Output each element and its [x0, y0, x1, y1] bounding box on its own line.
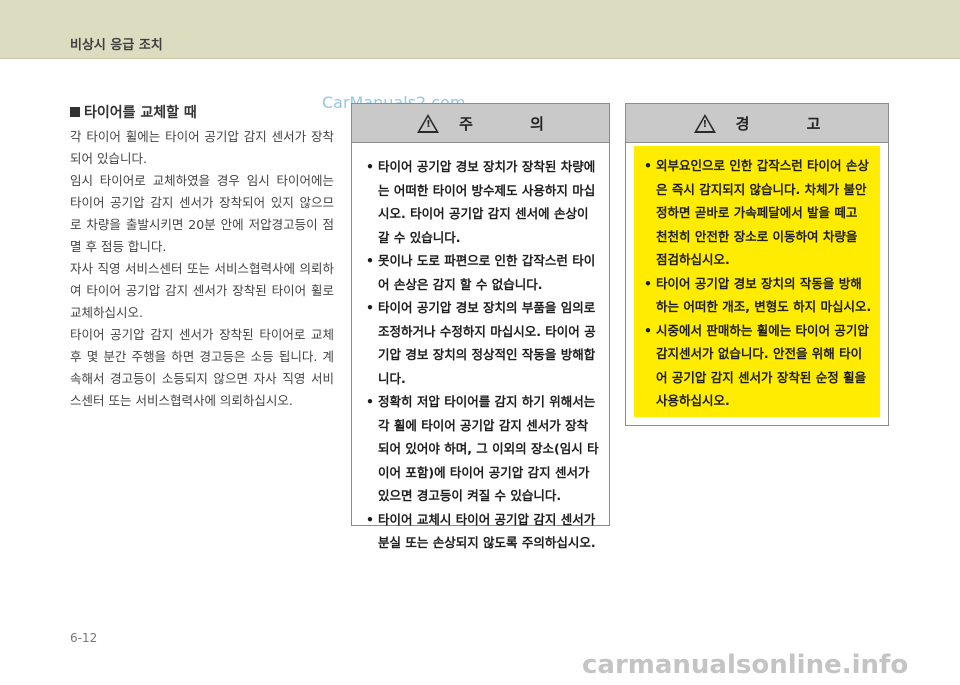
caution-box: ! 주 의 타이어 공기압 경보 장치가 장착된 차량에는 어떠한 타이어 방수… [351, 103, 610, 550]
list-item: 못이나 도로 파편으로 인한 갑작스런 타이어 손상은 감지 할 수 없습니다. [366, 249, 599, 296]
caution-title: 주 의 [459, 114, 570, 133]
header-divider [0, 58, 960, 59]
paragraph: 자사 직영 서비스센터 또는 서비스협력사에 의뢰하여 타이어 공기압 감지 센… [70, 261, 334, 320]
page-number: 6-12 [70, 631, 98, 645]
warning-title: 경 고 [735, 114, 847, 133]
warning-header: ! 경 고 [626, 104, 888, 143]
square-bullet-icon [70, 107, 80, 117]
list-item: 정확히 저압 타이어를 감지 하기 위해서는 각 휠에 타이어 공기압 감지 센… [366, 390, 599, 508]
list-item: 타이어 공기압 경보 장치의 작동을 방해하는 어떠한 개조, 변형도 하지 마… [644, 272, 872, 319]
list-item: 시중에서 판매하는 휠에는 타이어 공기압 감지센서가 없습니다. 안전을 위해… [644, 319, 872, 413]
warning-box: ! 경 고 외부요인으로 인한 갑작스런 타이어 손상은 즉시 감지되지 않습니… [625, 103, 889, 426]
section-heading: 타이어를 교체할 때 [70, 102, 334, 122]
list-item: 타이어 교체시 타이어 공기압 감지 센서가 분실 또는 손상되지 않도록 주의… [366, 508, 599, 555]
warning-list: 외부요인으로 인한 갑작스런 타이어 손상은 즉시 감지되지 않습니다. 차체가… [634, 146, 880, 413]
list-item: 타이어 공기압 경보 장치가 장착된 차량에는 어떠한 타이어 방수제도 사용하… [366, 155, 599, 249]
paragraph: 각 타이어 휠에는 타이어 공기압 감지 센서가 장착되어 있습니다. [70, 129, 334, 166]
section-tire-replacement: 타이어를 교체할 때 각 타이어 휠에는 타이어 공기압 감지 센서가 장착되어… [70, 102, 334, 412]
caution-list: 타이어 공기압 경보 장치가 장착된 차량에는 어떠한 타이어 방수제도 사용하… [352, 143, 609, 555]
paragraph: 임시 타이어로 교체하였을 경우 임시 타이어에는 타이어 공기압 감지 센서가… [70, 173, 334, 254]
warning-triangle-icon: ! [693, 113, 716, 133]
list-item: 타이어 공기압 경보 장치의 부품을 임의로 조정하거나 수정하지 마십시오. … [366, 296, 599, 390]
watermark-bottom: carmanualsonline.info [582, 650, 909, 680]
section-title: 타이어를 교체할 때 [84, 105, 197, 121]
list-item: 외부요인으로 인한 갑작스런 타이어 손상은 즉시 감지되지 않습니다. 차체가… [644, 154, 872, 272]
paragraph: 타이어 공기압 감지 센서가 장착된 타이어로 교체 후 몇 분간 주행을 하면… [70, 327, 334, 408]
warning-body: 외부요인으로 인한 갑작스런 타이어 손상은 즉시 감지되지 않습니다. 차체가… [634, 146, 880, 417]
warning-triangle-icon: ! [417, 113, 440, 133]
chapter-title: 비상시 응급 조치 [70, 38, 163, 53]
caution-header: ! 주 의 [352, 104, 609, 143]
